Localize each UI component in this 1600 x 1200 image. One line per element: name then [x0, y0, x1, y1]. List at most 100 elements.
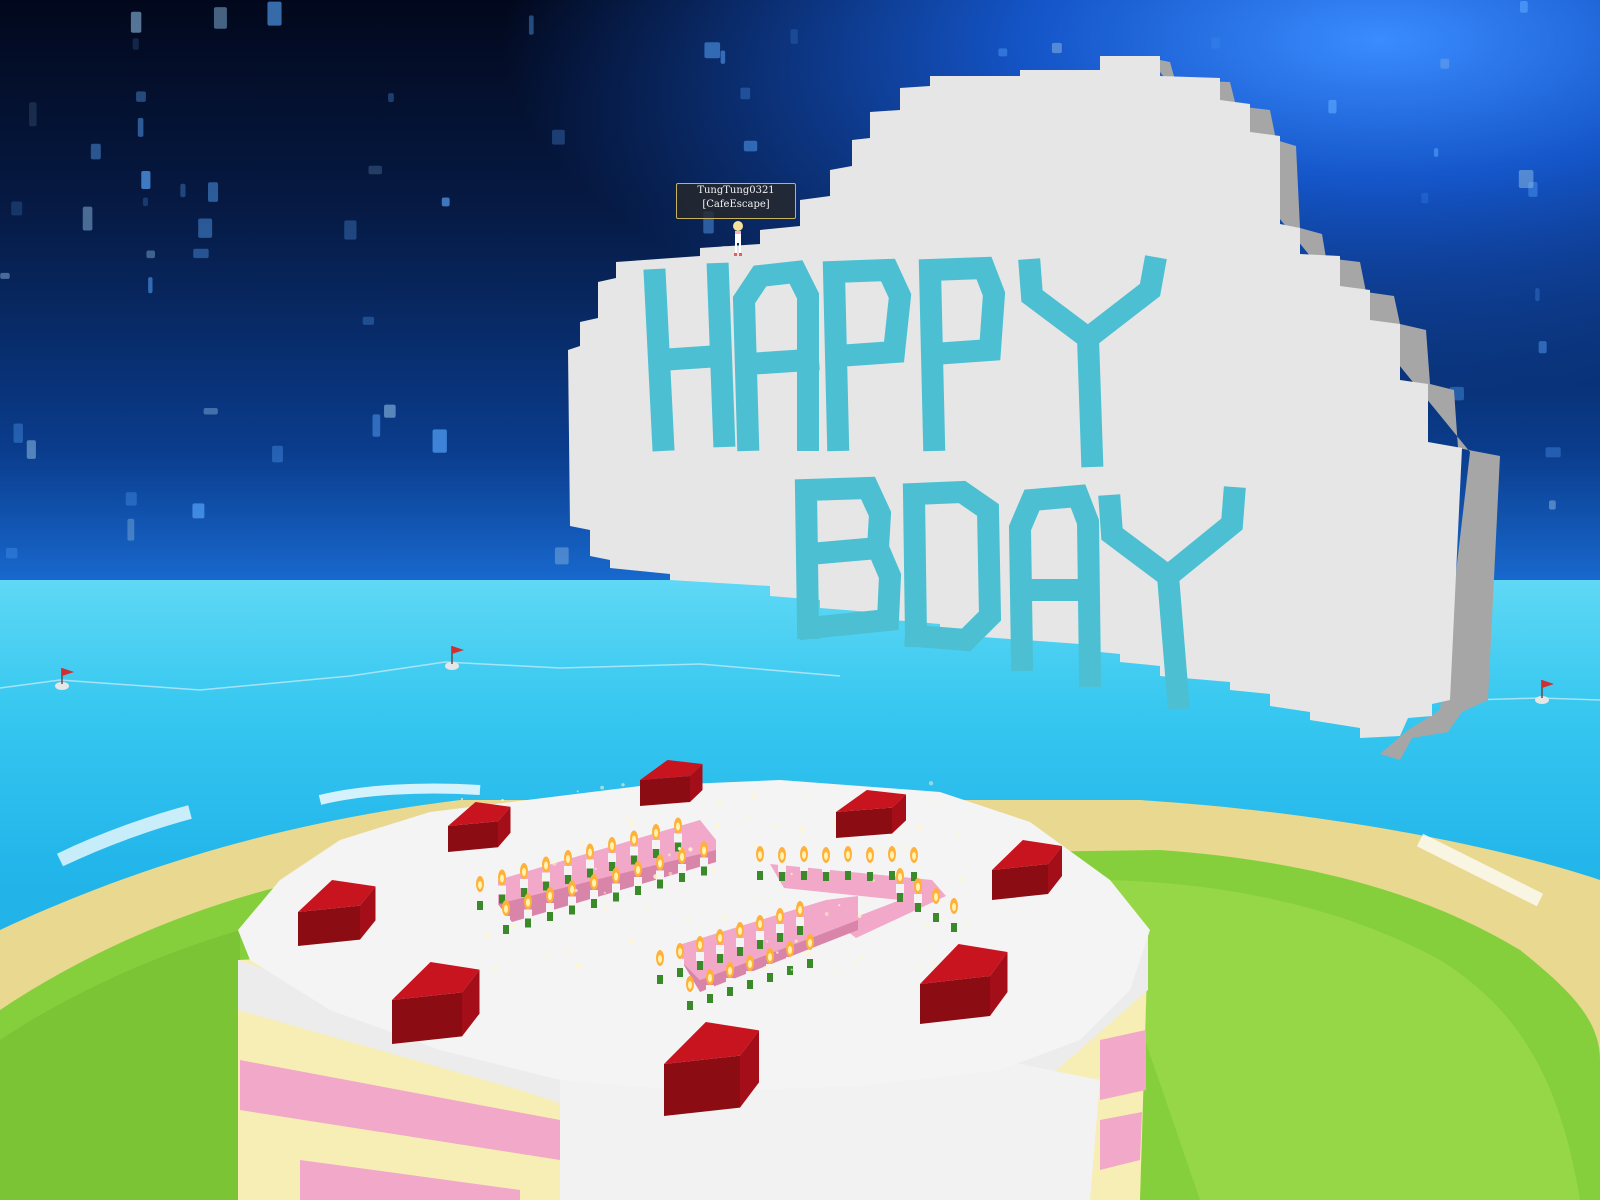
candle [676, 943, 684, 977]
candle [726, 962, 734, 996]
sparkle [646, 904, 651, 909]
candle [800, 846, 808, 880]
sparkle [868, 865, 873, 870]
candle [888, 846, 896, 880]
candle [910, 847, 918, 881]
candle [914, 878, 922, 912]
sparkle [931, 801, 934, 804]
candle [524, 893, 532, 928]
sparkle [805, 797, 808, 800]
sparkle [965, 921, 971, 927]
sparkle [541, 877, 546, 882]
candle [630, 830, 638, 865]
candle [542, 856, 550, 891]
candle [678, 848, 686, 882]
candle [700, 841, 708, 876]
candle [656, 854, 664, 889]
candle [674, 817, 682, 852]
sparkle [799, 828, 805, 834]
sparkle [766, 940, 769, 943]
sparkle [928, 781, 934, 786]
sparkle [857, 914, 862, 919]
sparkle [715, 823, 720, 828]
candle [756, 846, 764, 880]
sparkle [611, 815, 614, 819]
sparkle [860, 955, 864, 959]
candle [564, 850, 572, 884]
sparkle [872, 879, 876, 882]
sparkle [717, 801, 723, 806]
candle [950, 898, 958, 932]
candle [866, 847, 874, 881]
sparkle [653, 874, 659, 879]
sparkle [594, 867, 597, 870]
candle [736, 922, 744, 956]
sparkle [711, 867, 716, 872]
candle [520, 863, 528, 897]
sparkle [925, 924, 930, 929]
sparkle [838, 904, 841, 907]
sparkle [956, 833, 960, 838]
sparkle [647, 949, 650, 952]
sparkle [603, 891, 606, 894]
sparkle [576, 963, 581, 969]
sparkle [755, 896, 758, 899]
candle [844, 846, 852, 880]
sparkle [630, 819, 635, 823]
birthday-cake [238, 760, 1150, 1200]
sparkle [576, 790, 579, 793]
candle [778, 847, 786, 881]
sparkle [688, 847, 693, 852]
candle [568, 880, 576, 915]
sparkle [747, 816, 751, 820]
candle [756, 915, 764, 949]
sparkle [603, 905, 607, 910]
sparkle [686, 916, 690, 921]
sparkle [904, 845, 909, 850]
sparkle [549, 955, 552, 958]
candle [706, 969, 714, 1003]
candle [822, 847, 830, 881]
candle [502, 900, 510, 934]
sparkle [485, 933, 490, 938]
sparkle [776, 951, 779, 954]
sparkle [790, 968, 793, 971]
sparkle [773, 823, 778, 828]
candle [612, 867, 620, 902]
candle [716, 929, 724, 963]
sparkle [542, 954, 545, 958]
sparkle [916, 825, 922, 830]
cake-pink-layer [1100, 1030, 1146, 1100]
candle [590, 874, 598, 908]
candle [476, 876, 484, 910]
candle [652, 824, 660, 858]
candle [932, 888, 940, 922]
candle [696, 936, 704, 970]
sparkle [772, 966, 775, 969]
sparkle [918, 916, 921, 919]
sparkle [551, 860, 557, 866]
candle [656, 950, 664, 984]
sparkle [667, 853, 671, 857]
sparkle [722, 914, 727, 920]
sparkle [752, 843, 757, 849]
candle [586, 843, 594, 878]
sparkle [824, 912, 829, 916]
game-viewport[interactable]: TungTung0321 [CafeEscape] [0, 0, 1600, 1200]
sparkle [932, 962, 935, 965]
sparkle [763, 965, 769, 971]
sparkle [511, 924, 516, 928]
candle [608, 837, 616, 871]
candle [786, 941, 794, 975]
candle [896, 868, 904, 902]
sparkle [958, 877, 963, 882]
sparkle [835, 969, 839, 974]
sparkle [677, 847, 682, 851]
sparkle [621, 783, 625, 787]
candle [746, 955, 754, 989]
sparkle [854, 961, 859, 966]
sparkle [917, 965, 921, 969]
sparkle [668, 871, 673, 876]
sparkle [629, 939, 634, 944]
sparkle [460, 797, 464, 801]
